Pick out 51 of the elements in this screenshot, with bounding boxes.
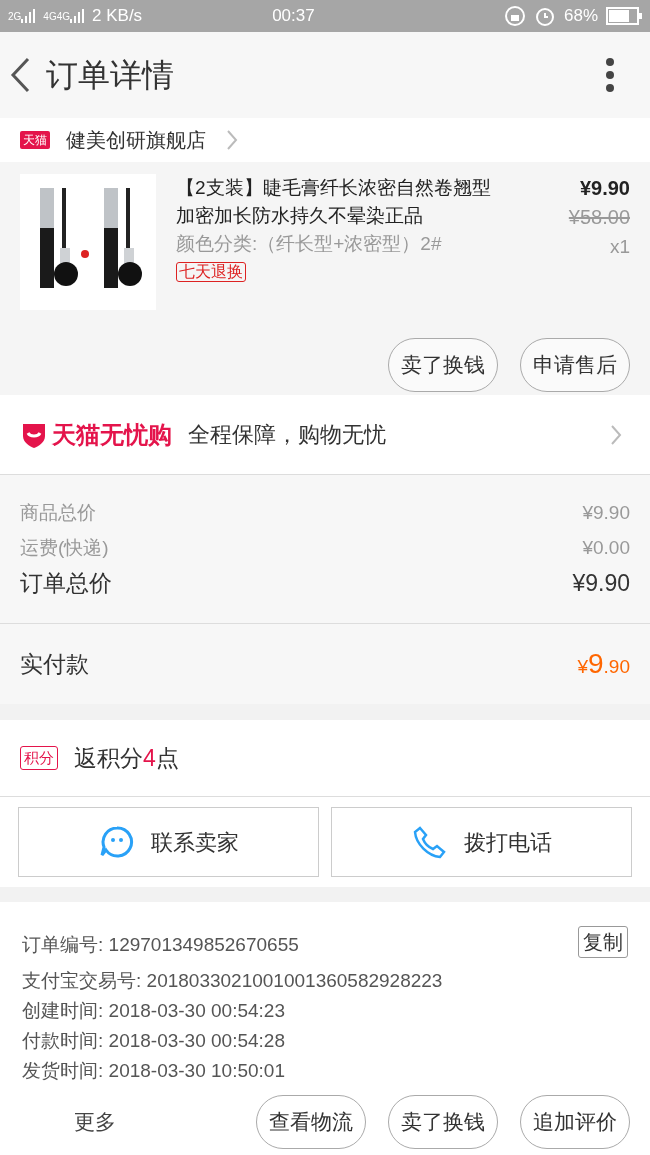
clock: 00:37 xyxy=(272,5,315,28)
more-button[interactable]: 更多 xyxy=(20,1106,170,1138)
store-badge: 天猫 xyxy=(20,131,50,149)
alarm-icon xyxy=(533,5,556,27)
phone-icon xyxy=(411,824,448,860)
more-menu-icon[interactable] xyxy=(606,58,614,92)
cost-label: 运费(快递) xyxy=(20,536,109,560)
network-label: 4G xyxy=(43,9,57,24)
paid-label: 实付款 xyxy=(20,649,89,679)
chat-bubble-icon xyxy=(98,824,135,860)
cost-value: ¥9.90 xyxy=(582,501,630,525)
action-button[interactable]: 查看物流 xyxy=(256,1095,366,1149)
contact-button[interactable]: 拨打电话 xyxy=(331,807,632,877)
cost-value: ¥0.00 xyxy=(582,536,630,560)
copy-button[interactable]: 复制 xyxy=(578,926,628,958)
product-quantity: x1 xyxy=(609,235,630,259)
page-title: 订单详情 xyxy=(46,56,174,95)
product-variant: 颜色分类:（纤长型+浓密型）2# xyxy=(176,232,443,256)
product-title[interactable]: 【2支装】睫毛膏纤长浓密自然卷翘型加密加长防水持久不晕染正品 xyxy=(176,174,491,230)
guarantee-brand: 天猫无忧购 xyxy=(52,419,172,450)
order-info-line: 发货时间: 2018-03-30 10:50:01 xyxy=(22,1059,285,1083)
network-label: 4G xyxy=(56,9,71,24)
network-speed: 2 KB/s xyxy=(92,5,143,28)
chevron-right-icon xyxy=(226,129,238,151)
return-tag: 七天退换 xyxy=(176,262,246,282)
action-button[interactable]: 申请售后 xyxy=(520,338,630,392)
action-button[interactable]: 卖了换钱 xyxy=(388,1095,498,1149)
signal-icon xyxy=(21,9,36,23)
product-price: ¥9.90 xyxy=(579,176,630,201)
battery-icon xyxy=(606,7,642,25)
guarantee-text: 全程保障，购物无忧 xyxy=(188,421,386,449)
action-button[interactable]: 追加评价 xyxy=(520,1095,630,1149)
order-info-line: 订单编号: 129701349852670655 xyxy=(22,933,299,957)
order-info-line: 付款时间: 2018-03-30 00:54:28 xyxy=(22,1029,285,1053)
chevron-right-icon xyxy=(610,423,622,446)
order-info-line: 支付宝交易号: 2018033021001001360582928223 xyxy=(22,969,443,993)
paid-amount: ¥9.90 xyxy=(577,647,630,681)
signal-icon xyxy=(70,9,85,23)
points-badge: 积分 xyxy=(20,745,58,771)
original-price: ¥58.00 xyxy=(568,205,630,230)
cost-label: 订单总价 xyxy=(20,569,112,598)
store-name[interactable]: 健美创研旗舰店 xyxy=(66,125,206,155)
rotation-lock-icon xyxy=(503,5,526,27)
network-label: 2G xyxy=(8,9,22,24)
cost-label: 商品总价 xyxy=(20,501,96,525)
contact-button[interactable]: 联系卖家 xyxy=(18,807,319,877)
points-text: 返积分4点 xyxy=(74,743,179,773)
cost-value: ¥9.90 xyxy=(572,569,630,598)
order-info-line: 创建时间: 2018-03-30 00:54:23 xyxy=(22,999,285,1023)
battery-percent: 68% xyxy=(563,5,598,28)
action-button[interactable]: 卖了换钱 xyxy=(388,338,498,392)
